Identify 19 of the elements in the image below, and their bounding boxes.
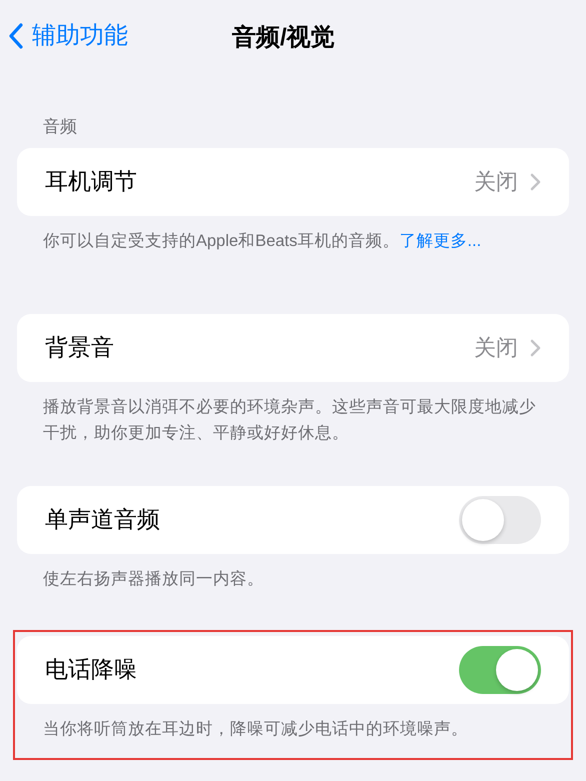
back-button[interactable]: 辅助功能 [0,18,128,54]
section-footer: 使左右扬声器播放同一内容。 [17,554,569,592]
row-label: 耳机调节 [45,167,138,196]
chevron-icon [530,172,541,190]
toggle-switch[interactable] [459,496,541,544]
back-chevron-icon [8,23,24,49]
learn-more-link[interactable]: 了解更多... [399,232,482,250]
row-value: 关闭 [474,334,518,362]
row-label: 单声道音频 [45,505,161,534]
section-footer: 你可以自定受支持的Apple和Beats耳机的音频。了解更多... [17,216,569,254]
section-footer: 播放背景音以消弭不必要的环境杂声。这些声音可最大限度地减少干扰，助你更加专注、平静或好好休息。 [17,382,569,446]
row-label: 电话降噪 [45,655,138,684]
row-label: 背景音 [45,333,115,362]
section-footer: 当你将听筒放在耳边时，降噪可减少电话中的环境噪声。 [17,704,569,742]
chevron-icon [530,338,541,356]
section-header: 音频 [42,116,78,138]
page-title: 音频/视觉 [232,23,335,53]
toggle-switch[interactable] [459,646,541,694]
row-value: 关闭 [474,168,518,196]
